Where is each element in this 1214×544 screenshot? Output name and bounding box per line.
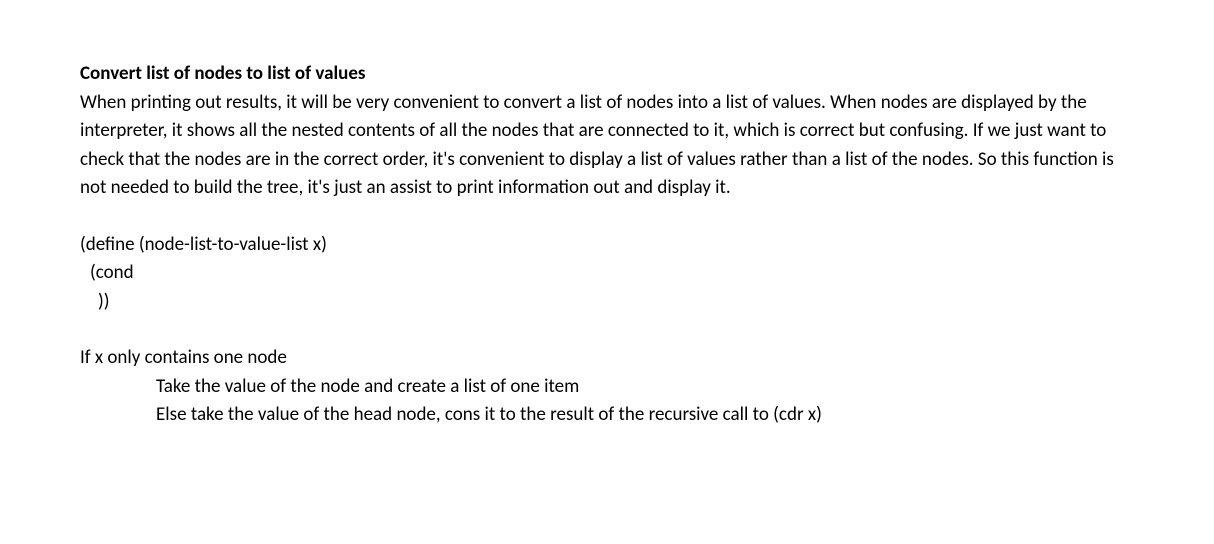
code-line: (cond <box>80 259 1134 288</box>
pseudo-line: Else take the value of the head node, co… <box>80 401 1134 430</box>
section-heading: Convert list of nodes to list of values <box>80 60 1134 89</box>
pseudo-line: Take the value of the node and create a … <box>80 373 1134 402</box>
pseudo-line: If x only contains one node <box>80 344 1134 373</box>
description-paragraph: When printing out results, it will be ve… <box>80 89 1134 203</box>
pseudocode-block: If x only contains one node Take the val… <box>80 344 1134 430</box>
code-block: (define (node-list-to-value-list x) (con… <box>80 231 1134 317</box>
code-line: (define (node-list-to-value-list x) <box>80 231 1134 260</box>
code-line: )) <box>80 288 1134 317</box>
